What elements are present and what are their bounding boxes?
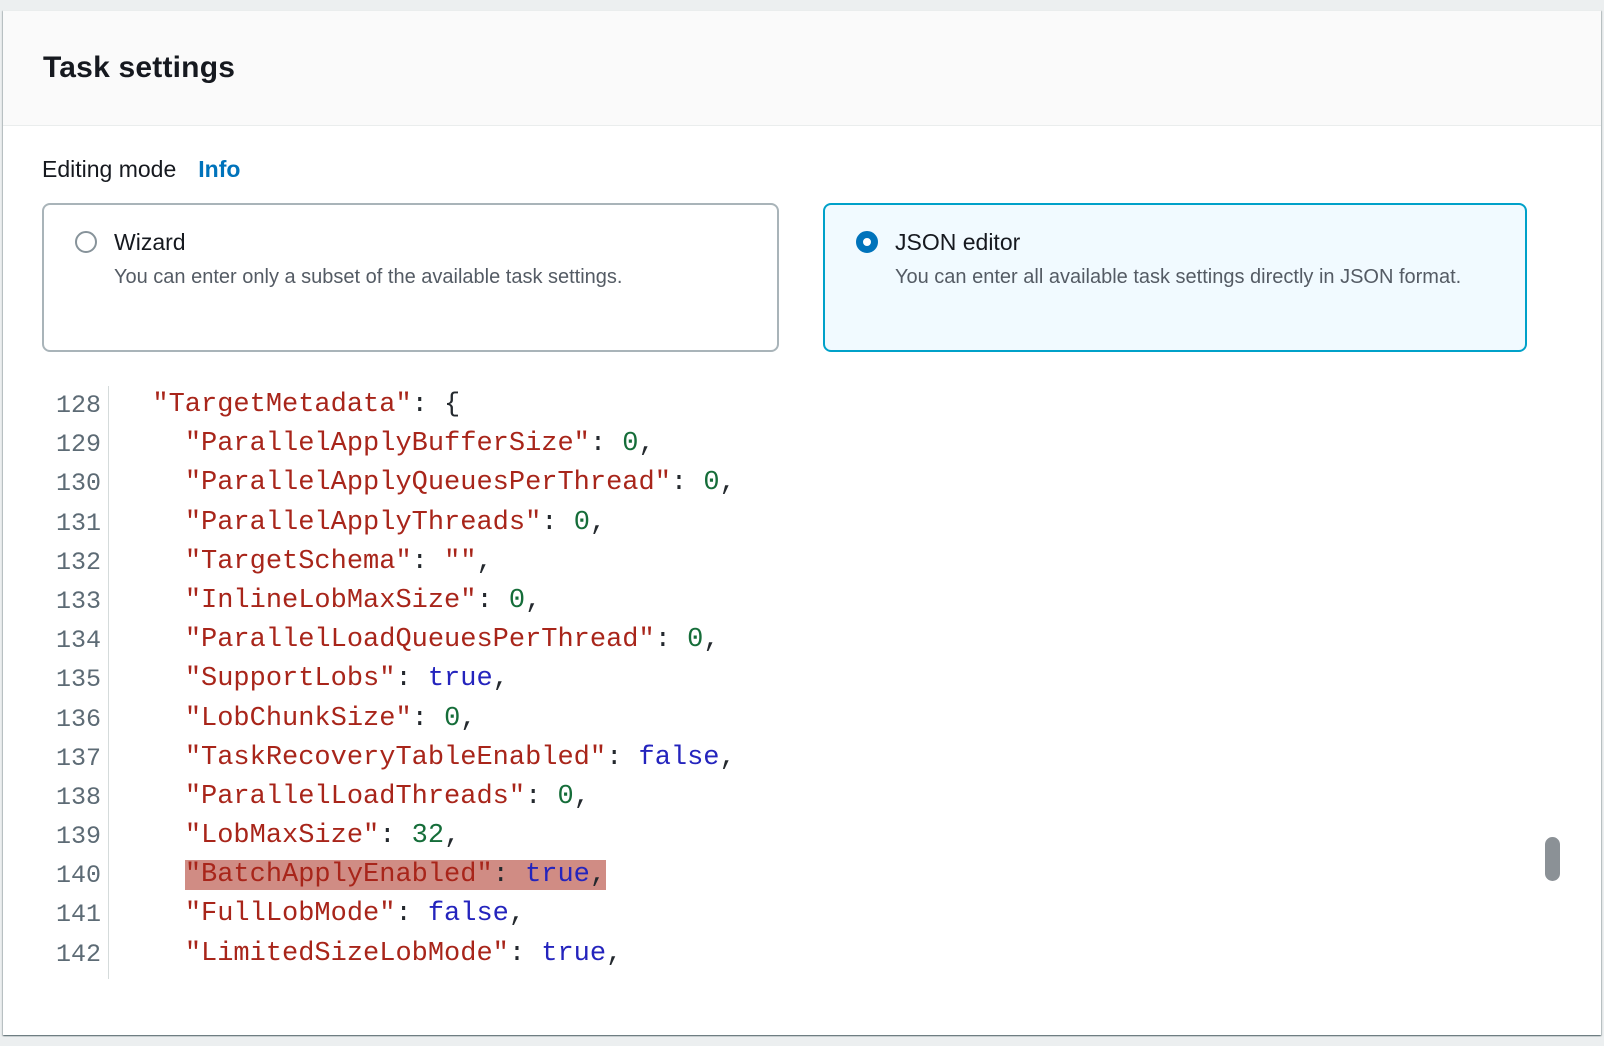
line-number: 130 [3, 464, 108, 503]
line-number: 131 [3, 504, 108, 543]
code-text: "LobMaxSize": 32, [108, 817, 460, 856]
wizard-tile-title: Wizard [114, 227, 622, 257]
code-text: "LimitedSizeLobMode": true, [108, 935, 622, 974]
code-text: "TaskRecoveryTableEnabled": false, [108, 739, 736, 778]
editing-mode-row: Editing mode Info [42, 156, 1562, 186]
line-number: 139 [3, 817, 108, 856]
editing-mode-label: Editing mode [42, 156, 176, 183]
wizard-tile-description: You can enter only a subset of the avail… [114, 263, 622, 292]
code-line: 142 "LimitedSizeLobMode": true, [3, 935, 1601, 974]
code-text: "ParallelApplyThreads": 0, [108, 504, 606, 543]
code-line: 129 "ParallelApplyBufferSize": 0, [3, 425, 1601, 464]
json-editor-tile-content: JSON editor You can enter all available … [895, 227, 1461, 350]
editor-scrollbar-thumb[interactable] [1545, 837, 1560, 881]
line-number: 129 [3, 425, 108, 464]
code-text: "TargetMetadata": { [108, 386, 460, 425]
wizard-tile-content: Wizard You can enter only a subset of th… [114, 227, 622, 350]
json-editor-tile-title: JSON editor [895, 227, 1461, 257]
code-line: 131 "ParallelApplyThreads": 0, [3, 504, 1601, 543]
code-text: "FullLobMode": false, [108, 895, 525, 934]
search-highlight: "BatchApplyEnabled": true, [185, 860, 606, 890]
page-title: Task settings [43, 51, 235, 85]
line-number: 142 [3, 935, 108, 974]
line-number: 134 [3, 621, 108, 660]
code-text: "ParallelApplyBufferSize": 0, [108, 425, 655, 464]
line-number: 138 [3, 778, 108, 817]
code-line: 141 "FullLobMode": false, [3, 895, 1601, 934]
code-text: "BatchApplyEnabled": true, [108, 856, 606, 895]
code-line: 133 "InlineLobMaxSize": 0, [3, 582, 1601, 621]
code-line: 132 "TargetSchema": "", [3, 543, 1601, 582]
code-line: 128 "TargetMetadata": { [3, 386, 1601, 425]
json-editor-radio[interactable] [856, 231, 878, 253]
code-text: "TargetSchema": "", [108, 543, 493, 582]
line-number: 136 [3, 700, 108, 739]
json-editor-tile[interactable]: JSON editor You can enter all available … [823, 203, 1527, 352]
line-number: 141 [3, 895, 108, 934]
code-line: 130 "ParallelApplyQueuesPerThread": 0, [3, 464, 1601, 503]
code-text: "ParallelLoadQueuesPerThread": 0, [108, 621, 720, 660]
wizard-tile[interactable]: Wizard You can enter only a subset of th… [42, 203, 779, 352]
code-line: 137 "TaskRecoveryTableEnabled": false, [3, 739, 1601, 778]
line-number: 133 [3, 582, 108, 621]
line-number: 140 [3, 856, 108, 895]
panel-header: Task settings [3, 11, 1601, 126]
code-line: 138 "ParallelLoadThreads": 0, [3, 778, 1601, 817]
line-number: 135 [3, 660, 108, 699]
wizard-radio[interactable] [75, 231, 97, 253]
info-link[interactable]: Info [198, 156, 240, 183]
code-text: "LobChunkSize": 0, [108, 700, 476, 739]
line-number: 137 [3, 739, 108, 778]
code-line: 136 "LobChunkSize": 0, [3, 700, 1601, 739]
code-text: "ParallelLoadThreads": 0, [108, 778, 590, 817]
code-line: 134 "ParallelLoadQueuesPerThread": 0, [3, 621, 1601, 660]
line-number: 128 [3, 386, 108, 425]
code-line: 135 "SupportLobs": true, [3, 660, 1601, 699]
task-settings-panel: Task settings Editing mode Info Wizard Y… [3, 10, 1601, 1035]
code-line: 140 "BatchApplyEnabled": true, [3, 856, 1601, 895]
editing-mode-tiles: Wizard You can enter only a subset of th… [42, 203, 1562, 352]
panel-body: Editing mode Info Wizard You can enter o… [3, 126, 1601, 352]
code-text: "ParallelApplyQueuesPerThread": 0, [108, 464, 736, 503]
json-editor-tile-description: You can enter all available task setting… [895, 263, 1461, 292]
code-text: "InlineLobMaxSize": 0, [108, 582, 541, 621]
code-text: "SupportLobs": true, [108, 660, 509, 699]
line-number: 132 [3, 543, 108, 582]
code-line: 139 "LobMaxSize": 32, [3, 817, 1601, 856]
code-editor[interactable]: 128 "TargetMetadata": {129 "ParallelAppl… [3, 386, 1601, 1004]
